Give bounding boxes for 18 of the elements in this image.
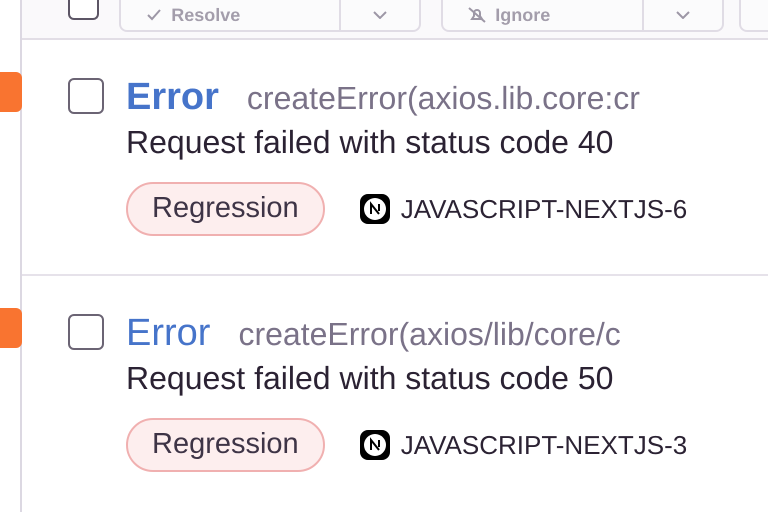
issue-culprit: createError(axios/lib/core/c bbox=[238, 315, 621, 354]
issue-checkbox[interactable] bbox=[68, 314, 104, 350]
bell-slash-icon bbox=[467, 6, 488, 24]
issue-type[interactable]: Error bbox=[126, 310, 210, 356]
issue-culprit: createError(axios.lib.core:cr bbox=[246, 79, 640, 118]
select-all-checkbox[interactable] bbox=[68, 0, 100, 20]
issue-checkbox[interactable] bbox=[68, 78, 104, 114]
regression-badge: Regression bbox=[126, 182, 325, 236]
project-logo-icon bbox=[358, 429, 391, 461]
chevron-down-icon bbox=[373, 11, 388, 19]
project-name: JAVASCRIPT-NEXTJS-6 bbox=[400, 192, 688, 226]
chevron-down-icon bbox=[676, 11, 690, 19]
issue-message: Request failed with status code 50 bbox=[126, 359, 614, 398]
project-logo-icon bbox=[358, 193, 391, 225]
regression-badge: Regression bbox=[126, 418, 325, 472]
issue-type[interactable]: Error bbox=[126, 74, 219, 120]
issue-message: Request failed with status code 40 bbox=[126, 123, 614, 162]
project-name: JAVASCRIPT-NEXTJS-3 bbox=[400, 428, 688, 462]
